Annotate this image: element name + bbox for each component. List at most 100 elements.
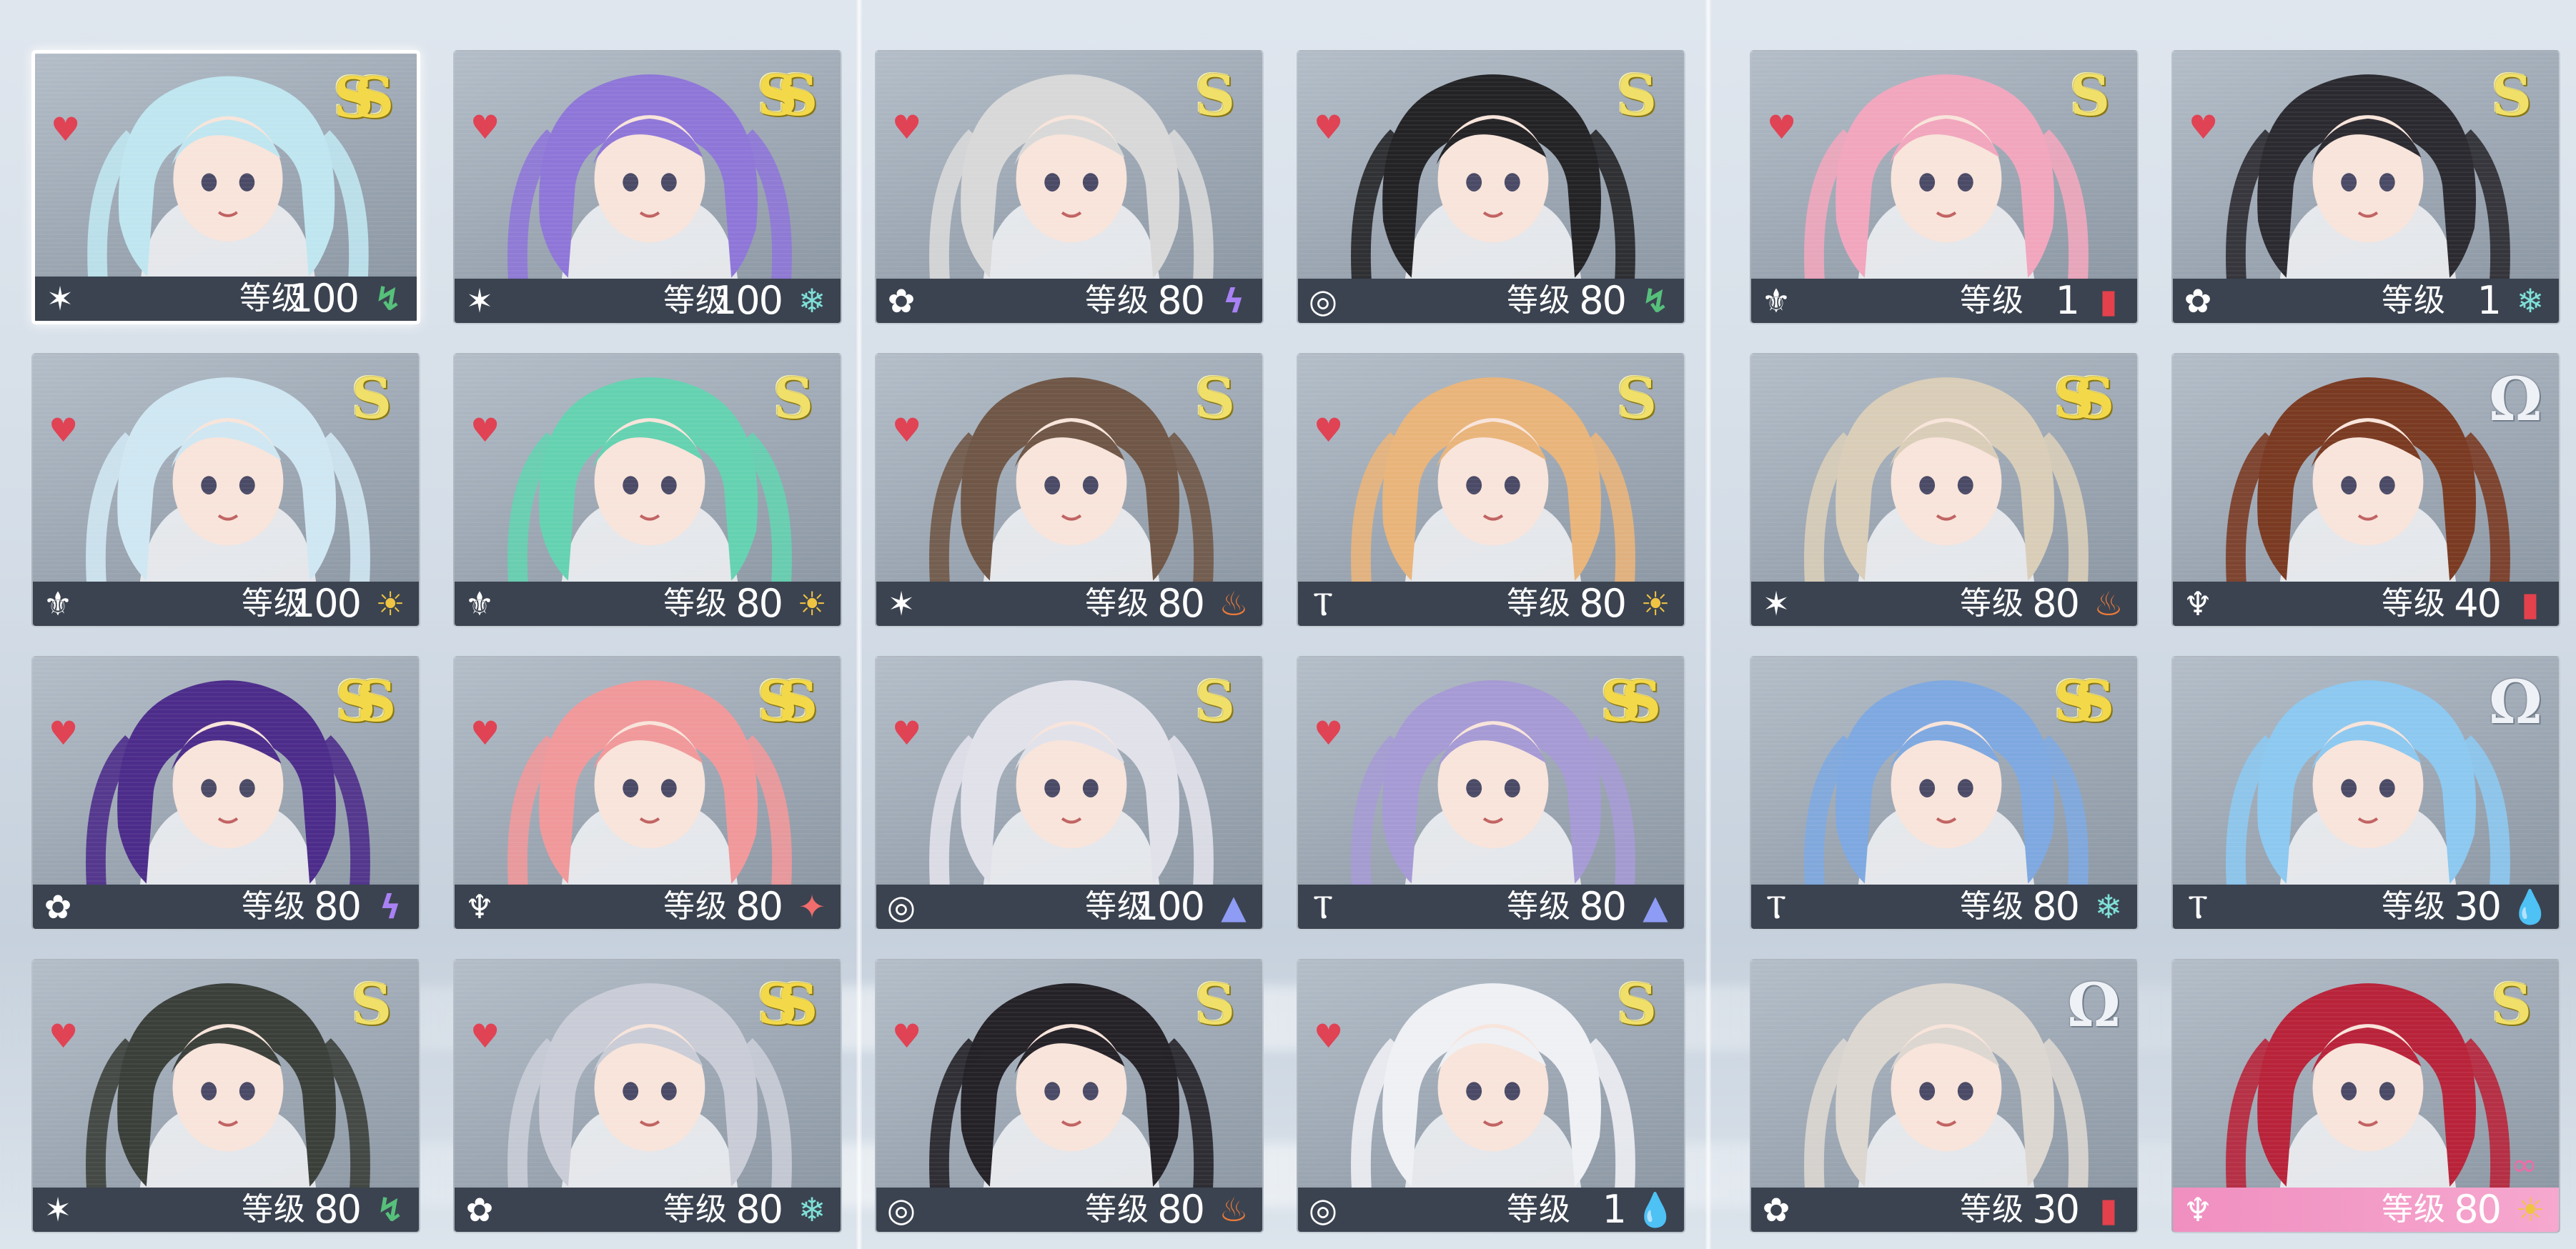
favorite-heart-icon[interactable]: ♥	[51, 113, 80, 146]
fire-icon: ♨	[1219, 584, 1249, 623]
sun-icon: ☀	[1640, 584, 1670, 623]
crest-icon: ⚜	[43, 584, 73, 623]
level-value: 1	[2477, 278, 2502, 323]
card-info-bar: ✿ 等级 1 ❄	[2173, 279, 2559, 323]
water-icon: 💧	[2510, 887, 2551, 926]
level-value: 80	[1579, 278, 1627, 323]
favorite-heart-icon[interactable]: ♥	[470, 1020, 500, 1053]
rank-badge: S	[2491, 972, 2532, 1037]
level-label: 等级	[663, 888, 728, 925]
tree-icon: ♆	[2183, 1190, 2213, 1229]
card-info-bar: ♆ 等级 80 ☀	[2173, 1188, 2559, 1232]
character-card[interactable]: Ω ♆ 等级 40 ▮	[2171, 353, 2560, 627]
character-card[interactable]: SS ♥ ✿ 等级 80 ❄	[453, 959, 842, 1233]
character-card[interactable]: SS Ⲧ 等级 80 ❄	[1750, 656, 2139, 930]
character-card[interactable]: S ♥ ⚜ 等级 100 ☀	[31, 353, 420, 627]
card-info-bar: ✿ 等级 80 ϟ	[876, 279, 1262, 323]
rank-badge: SS	[2054, 367, 2115, 432]
character-card[interactable]: Ω ✿ 等级 30 ▮	[1750, 959, 2139, 1233]
level-value: 80	[1157, 278, 1205, 323]
rank-badge: Ω	[2067, 970, 2121, 1040]
character-card[interactable]: SS ♥ Ⲧ 等级 80 ▲	[1297, 656, 1685, 930]
rank-badge: S	[351, 972, 392, 1037]
level-value: 80	[735, 581, 783, 626]
level-value: 30	[2454, 884, 2502, 929]
favorite-heart-icon[interactable]: ♥	[892, 414, 921, 447]
flower-icon: ✿	[887, 282, 916, 320]
favorite-heart-icon[interactable]: ♥	[1314, 414, 1343, 447]
pillar-icon: Ⲧ	[1765, 887, 1787, 926]
ice-icon: ❄	[2094, 887, 2123, 926]
character-card[interactable]: S ♥ ✶ 等级 80 ♨	[875, 353, 1264, 627]
character-card[interactable]: S ♥ ✶ 等级 80 ↯	[31, 959, 420, 1233]
character-card[interactable]: S ♥ ✿ 等级 80 ϟ	[875, 50, 1264, 324]
favorite-heart-icon[interactable]: ♥	[49, 414, 78, 447]
favorite-heart-icon[interactable]: ♥	[1314, 111, 1343, 144]
rank-badge: S	[351, 367, 392, 432]
sun-icon: ☀	[375, 584, 405, 623]
rank-badge: S	[1194, 367, 1236, 432]
favorite-heart-icon[interactable]: ♥	[1767, 111, 1796, 144]
level-value: 80	[314, 884, 362, 929]
rank-badge: Ω	[2489, 667, 2542, 737]
level-value: 80	[2454, 1187, 2502, 1232]
favorite-heart-icon[interactable]: ♥	[49, 1020, 78, 1053]
quantum-icon: ▮	[2521, 584, 2540, 623]
pillar-icon: Ⲧ	[1312, 887, 1334, 926]
character-card[interactable]: S ♥ ⚜ 等级 80 ☀	[453, 353, 842, 627]
favorite-heart-icon[interactable]: ♥	[49, 717, 78, 750]
level-label: 等级	[1960, 1191, 2024, 1228]
rank-badge: S	[773, 367, 814, 432]
rank-badge: SS	[333, 66, 395, 131]
character-card[interactable]: S ♥ ⚜ 等级 1 ▮	[1750, 50, 2139, 324]
character-card[interactable]: SS ♥ ♆ 等级 80 ✦	[453, 656, 842, 930]
favorite-heart-icon[interactable]: ♥	[2189, 111, 2218, 144]
level-value: 100	[288, 276, 360, 321]
wind-icon: ↯	[374, 279, 402, 318]
level-value: 80	[1157, 581, 1205, 626]
rank-badge: S	[1194, 972, 1236, 1037]
swirl-icon: ◎	[1308, 282, 1338, 320]
card-info-bar: ♆ 等级 40 ▮	[2173, 582, 2559, 626]
wind-icon: ↯	[1641, 282, 1670, 320]
rank-badge: SS	[1600, 670, 1662, 735]
favorite-heart-icon[interactable]: ♥	[892, 1020, 921, 1053]
character-card[interactable]: S ♥ ◎ 等级 1 💧	[1297, 959, 1685, 1233]
character-card[interactable]: S ♥ ◎ 等级 80 ♨	[875, 959, 1264, 1233]
infinity-badge-icon: ∞	[2511, 1147, 2537, 1183]
character-card[interactable]: SS ✶ 等级 80 ♨	[1750, 353, 2139, 627]
rank-badge: SS	[757, 670, 818, 735]
level-value: 1	[1602, 1187, 1627, 1232]
star-burst-icon: ✶	[887, 584, 916, 623]
rank-badge: S	[1616, 64, 1658, 129]
card-info-bar: ⚜ 等级 80 ☀	[455, 582, 841, 626]
rank-badge: SS	[335, 670, 397, 735]
rank-badge: S	[1616, 972, 1658, 1037]
level-value: 80	[1579, 581, 1627, 626]
void-icon: ▲	[1643, 887, 1668, 926]
character-card[interactable]: Ω Ⲧ 等级 30 💧	[2171, 656, 2560, 930]
character-card[interactable]: SS ♥ ✿ 等级 80 ϟ	[31, 656, 420, 930]
favorite-heart-icon[interactable]: ♥	[892, 111, 921, 144]
favorite-heart-icon[interactable]: ♥	[892, 717, 921, 750]
character-card[interactable]: S ♥ Ⲧ 等级 80 ☀	[1297, 353, 1685, 627]
character-card[interactable]: S ♥ ◎ 等级 100 ▲	[875, 656, 1264, 930]
favorite-heart-icon[interactable]: ♥	[470, 111, 500, 144]
level-label: 等级	[2382, 1191, 2446, 1228]
card-info-bar: ◎ 等级 1 💧	[1298, 1188, 1684, 1232]
favorite-heart-icon[interactable]: ♥	[470, 414, 500, 447]
favorite-heart-icon[interactable]: ♥	[1314, 717, 1343, 750]
flower-icon: ✿	[465, 1190, 494, 1229]
character-card[interactable]: SS ♥ ✶ 等级 100 ❄	[453, 50, 842, 324]
favorite-heart-icon[interactable]: ♥	[470, 717, 500, 750]
favorite-heart-icon[interactable]: ♥	[1314, 1020, 1343, 1053]
character-card[interactable]: SS ♥ ✶ 等级 100 ↯	[31, 50, 420, 324]
character-card[interactable]: S ♥ ◎ 等级 80 ↯	[1297, 50, 1685, 324]
character-card[interactable]: S ♥ ✿ 等级 1 ❄	[2171, 50, 2560, 324]
character-card[interactable]: S ∞ ♆ 等级 80 ☀	[2171, 959, 2560, 1233]
card-info-bar: Ⲧ 等级 80 ❄	[1751, 885, 2137, 929]
star-burst-icon: ✶	[44, 1190, 72, 1229]
sun-icon: ☀	[2515, 1190, 2545, 1229]
level-value: 80	[735, 1187, 783, 1232]
card-info-bar: ✿ 等级 80 ϟ	[33, 885, 419, 929]
